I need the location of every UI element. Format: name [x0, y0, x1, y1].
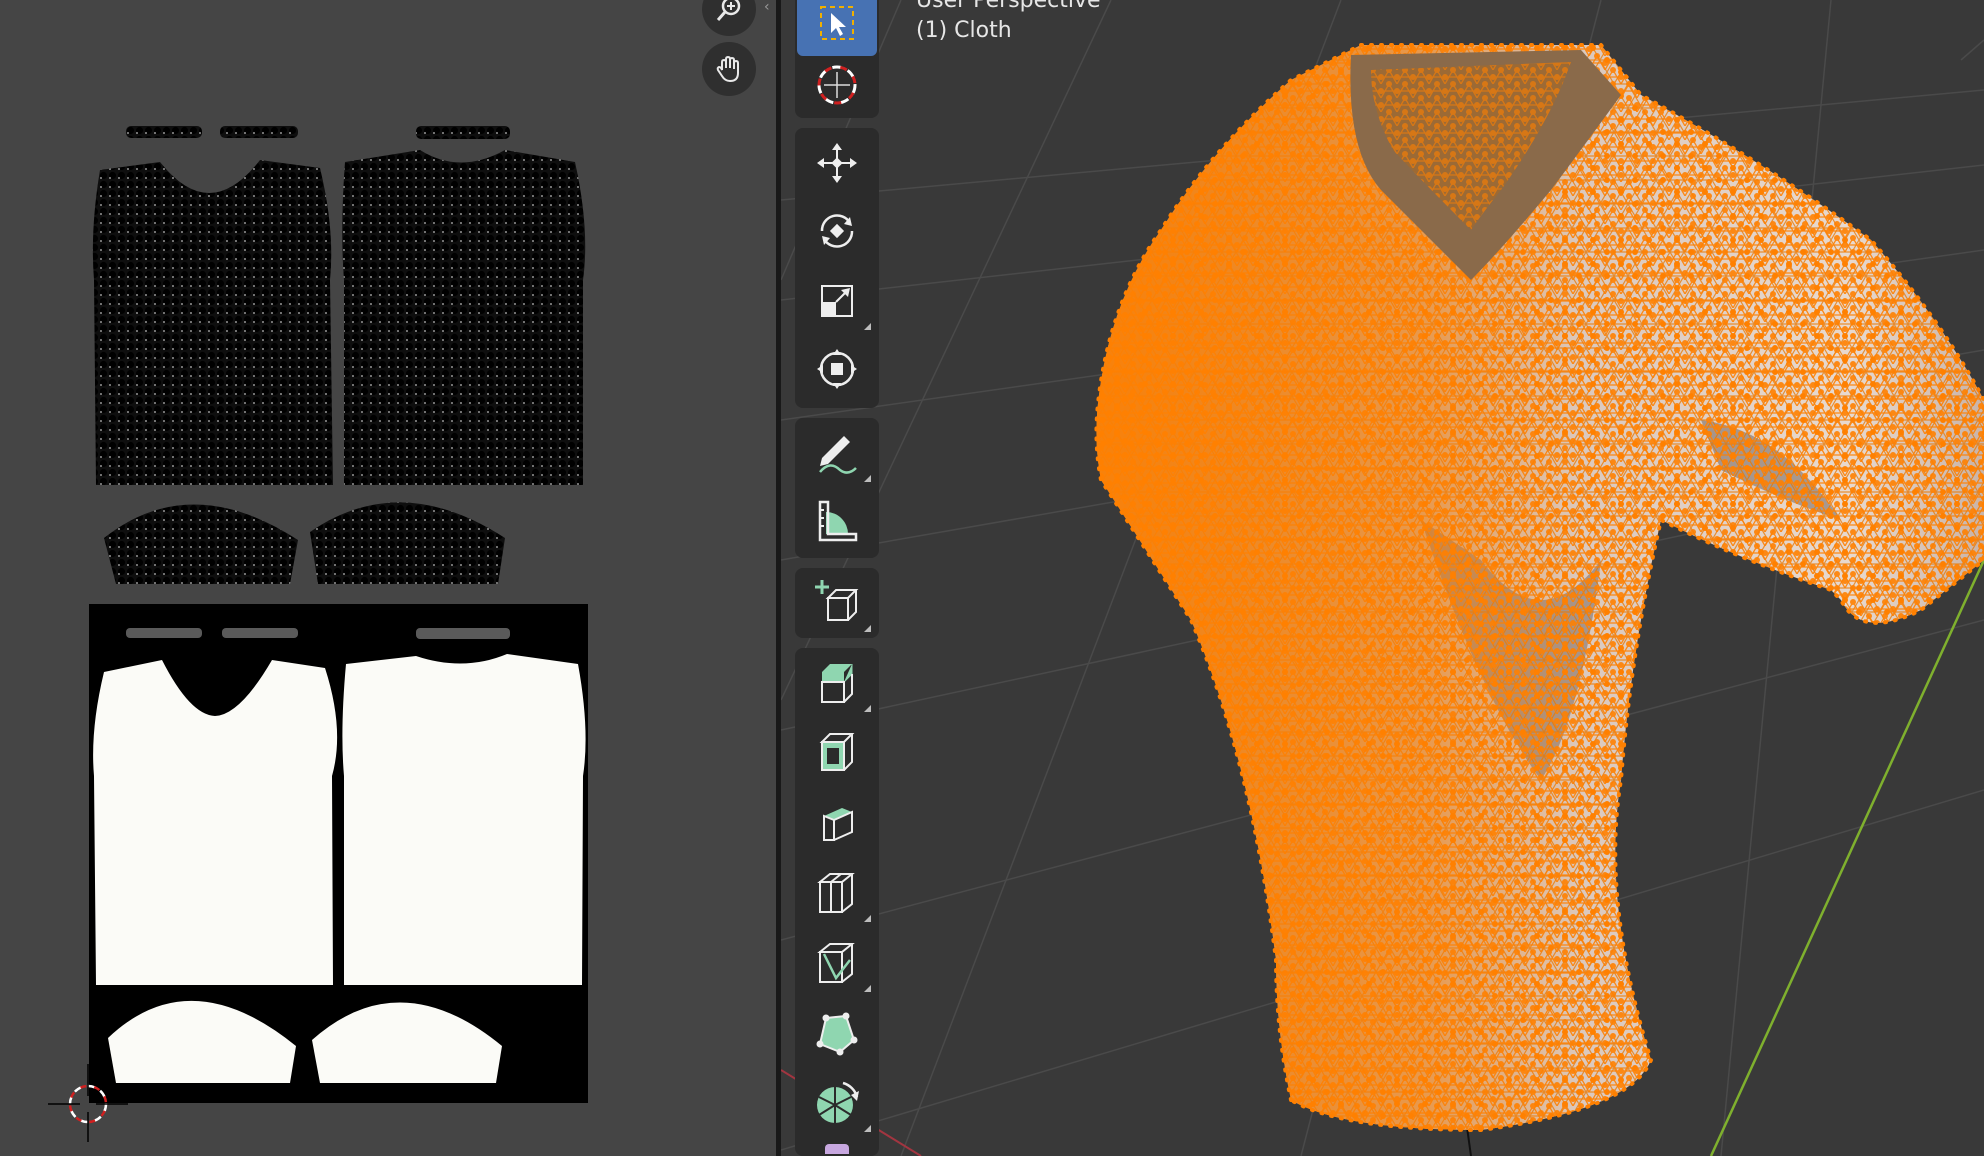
tool-cursor[interactable]	[797, 52, 877, 118]
tool-more[interactable]	[797, 1142, 877, 1156]
tool-bevel[interactable]	[797, 790, 877, 856]
annotate-icon	[819, 436, 857, 474]
perspective-label: User Perspective	[916, 0, 1101, 13]
tool-add-cube[interactable]	[797, 570, 877, 636]
tool-annotate[interactable]	[797, 420, 877, 486]
measure-icon	[818, 500, 858, 542]
move-icon	[817, 143, 857, 183]
poly-build-icon	[816, 1012, 858, 1056]
uv-sleeve-1	[104, 504, 298, 584]
tool-poly-build[interactable]	[797, 1000, 877, 1066]
cloth-shirt-mesh[interactable]	[1081, 40, 1984, 1140]
add-cube-icon	[815, 580, 859, 621]
uv-islands-wireframe	[92, 126, 586, 584]
spin-icon	[817, 1081, 859, 1123]
uv-collar-2	[220, 126, 298, 138]
y-axis-line	[1709, 559, 1984, 1156]
collapse-arrow-icon[interactable]: ‹	[764, 0, 778, 14]
uv-front-panel	[92, 160, 333, 485]
tool-rotate[interactable]	[797, 198, 877, 264]
tool-group-add	[795, 568, 879, 638]
tool-loop-cut[interactable]	[797, 860, 877, 926]
rotate-icon	[820, 214, 854, 248]
tool-scale[interactable]	[797, 268, 877, 334]
tool-move[interactable]	[797, 130, 877, 196]
tool-group-transform	[795, 128, 879, 408]
transform-icon	[817, 349, 857, 389]
uv-sleeve-2	[310, 502, 505, 584]
uv-collar-1	[126, 126, 202, 138]
tool-spin[interactable]	[797, 1070, 877, 1136]
3d-viewport[interactable]: User Perspective (1) Cloth	[781, 0, 1984, 1156]
object-label: (1) Cloth	[916, 18, 1012, 43]
tool-shelf	[795, 0, 881, 1156]
tool-knife[interactable]	[797, 930, 877, 996]
select-box-icon	[820, 6, 854, 40]
tool-measure[interactable]	[797, 488, 877, 554]
tool-inset[interactable]	[797, 720, 877, 786]
uv-texture-image	[89, 604, 588, 1103]
viewport-canvas[interactable]	[781, 0, 1984, 1156]
loop-cut-icon	[817, 873, 855, 913]
zoom-icon	[716, 0, 741, 21]
inset-icon	[819, 733, 855, 771]
uv-editor[interactable]	[0, 0, 776, 1156]
bevel-icon	[823, 808, 853, 841]
tool-group-annotate	[795, 418, 879, 558]
tool-select-box[interactable]	[797, 0, 877, 56]
extrude-icon	[821, 664, 853, 703]
uv-back-panel	[342, 150, 586, 485]
shear-icon	[825, 1144, 849, 1154]
pan-button[interactable]	[702, 42, 756, 96]
uv-canvas[interactable]	[0, 0, 776, 1156]
cursor-icon	[817, 65, 857, 105]
scale-icon	[821, 285, 853, 317]
hand-pan-icon	[716, 55, 739, 83]
tool-group-mesh	[795, 648, 879, 1156]
tool-transform[interactable]	[797, 336, 877, 402]
knife-icon	[817, 943, 855, 983]
uv-collar-3	[416, 126, 510, 139]
tool-group-select	[795, 0, 879, 118]
tool-extrude[interactable]	[797, 650, 877, 716]
